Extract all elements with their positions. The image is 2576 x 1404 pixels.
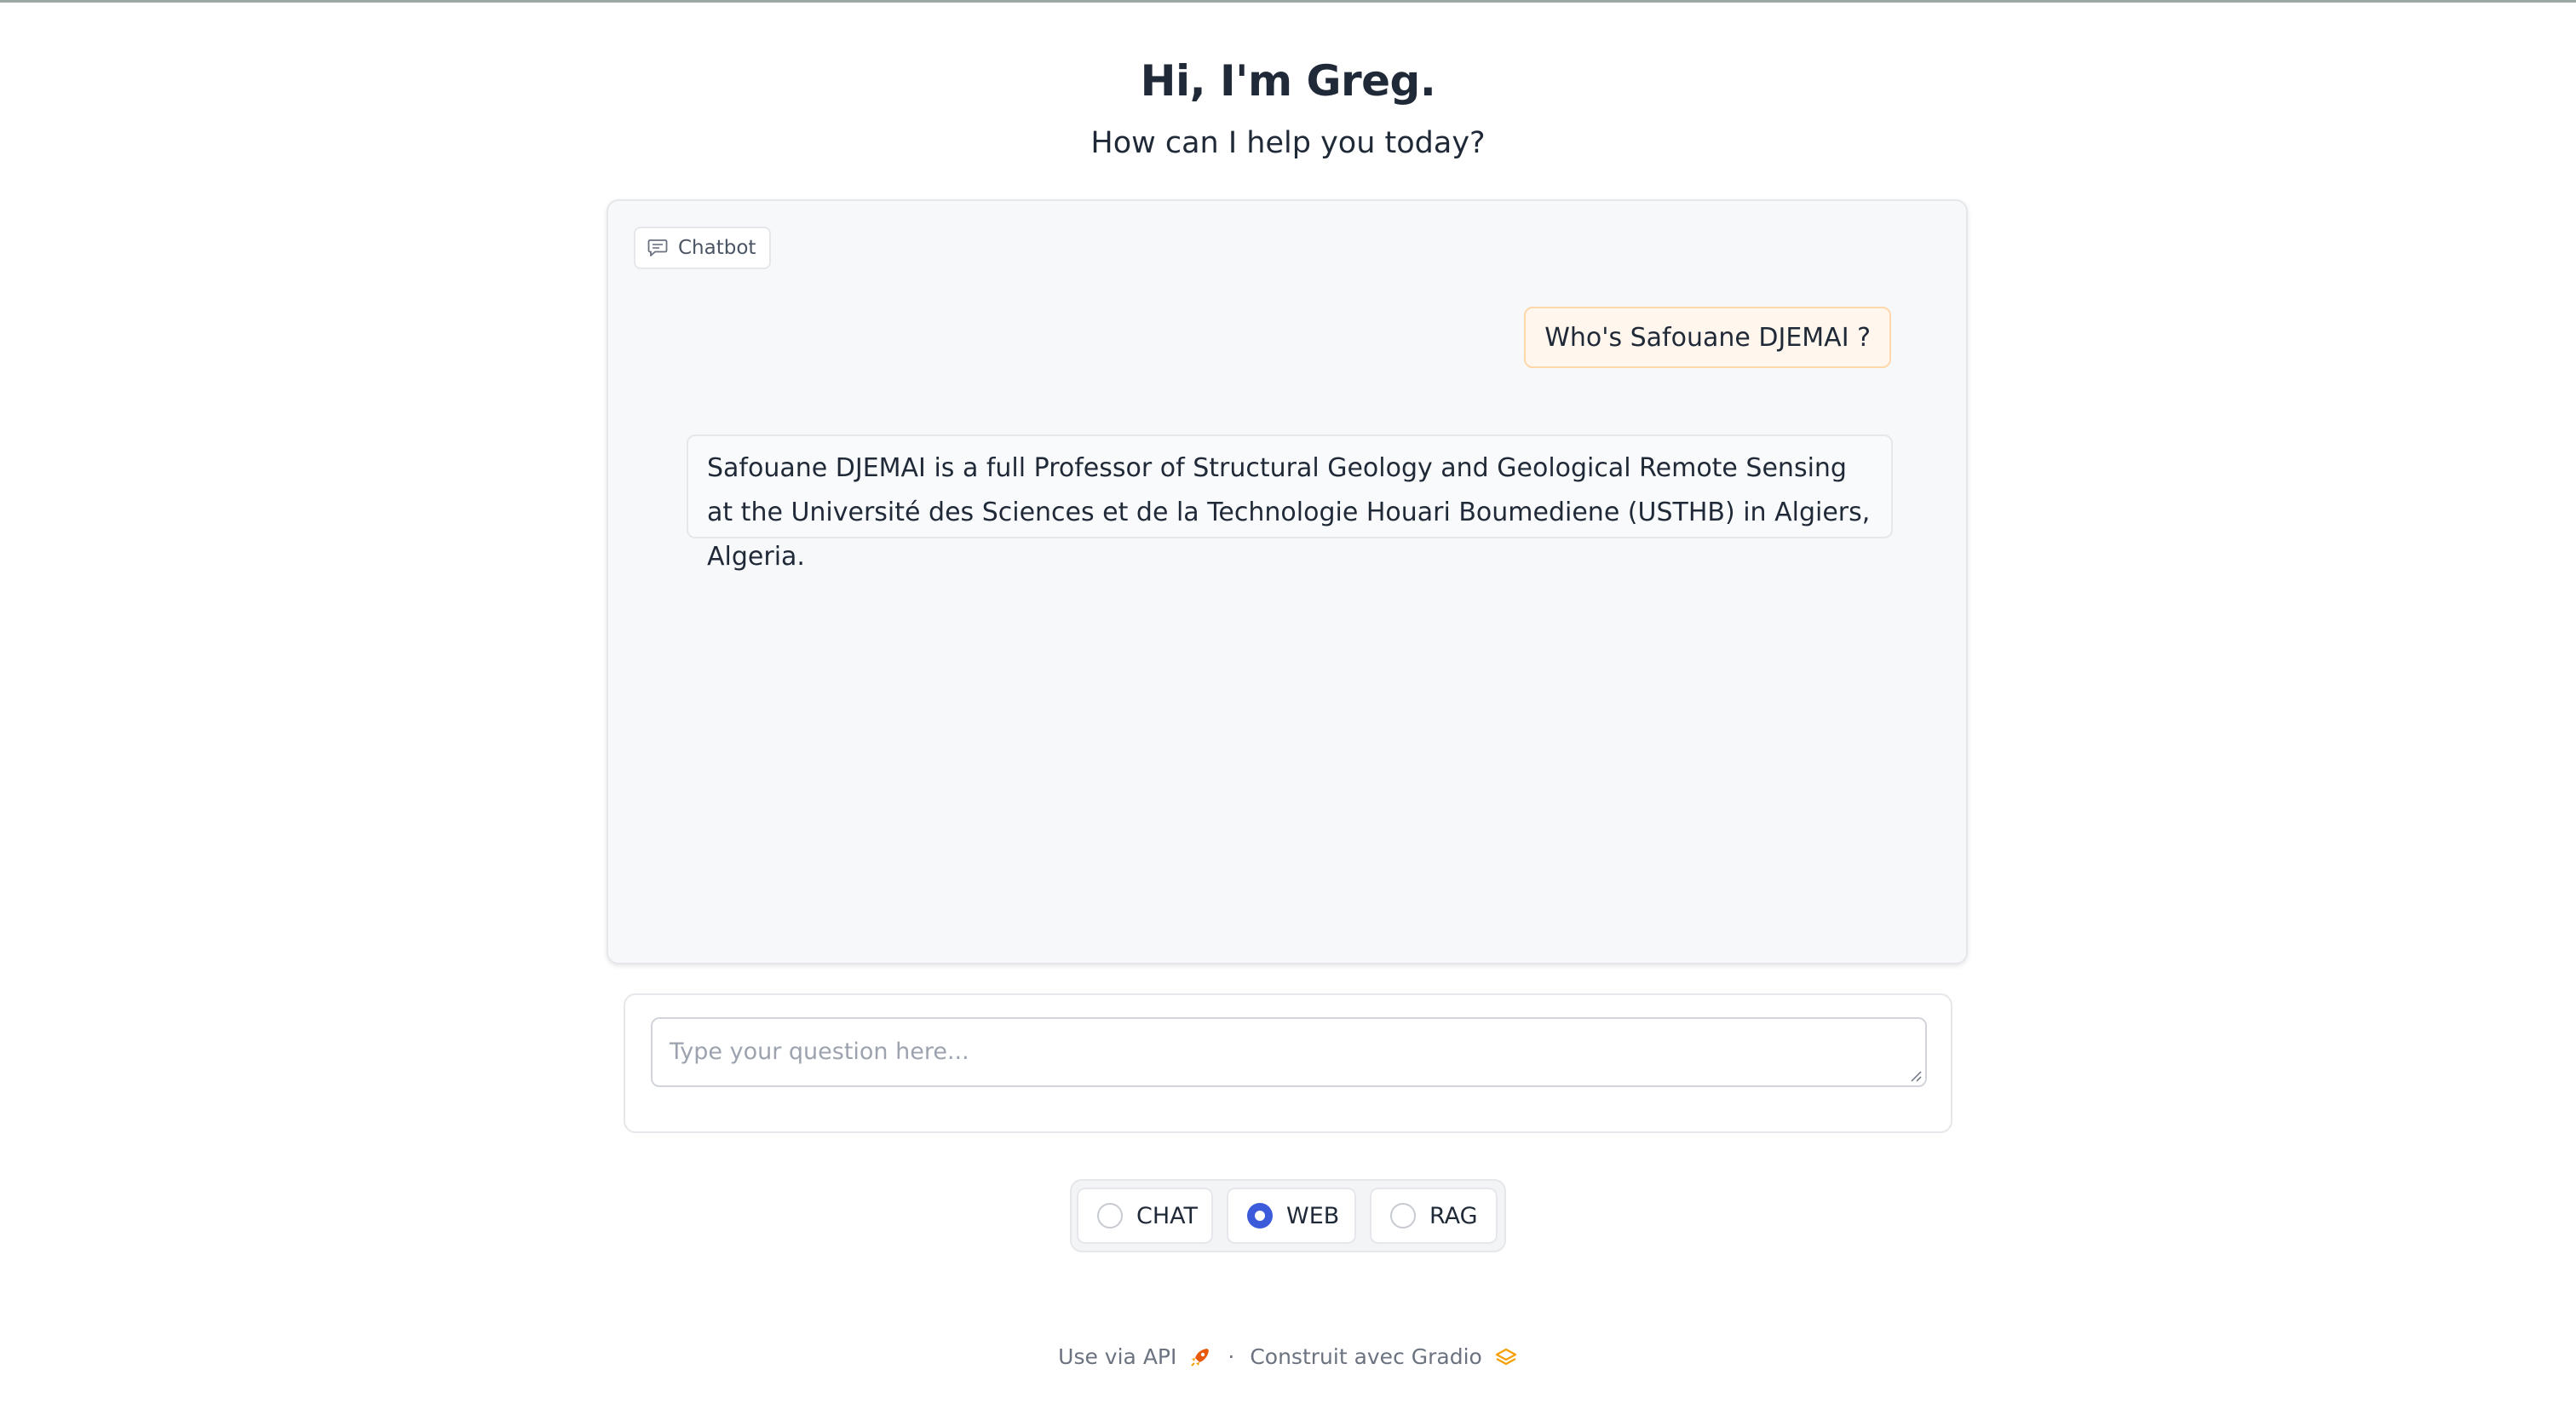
mode-radio-group: CHAT WEB RAG	[1070, 1179, 1506, 1252]
user-message: Who's Safouane DJEMAI ?	[1524, 307, 1891, 368]
use-via-api-label: Use via API	[1058, 1344, 1177, 1369]
rocket-icon	[1191, 1348, 1210, 1367]
footer-separator: ·	[1228, 1344, 1235, 1369]
resize-handle-icon[interactable]	[1908, 1068, 1922, 1082]
question-input[interactable]	[651, 1017, 1927, 1087]
built-with-gradio-label: Construit avec Gradio	[1250, 1344, 1482, 1369]
chat-bubble-icon	[647, 239, 668, 256]
top-border	[0, 0, 2576, 3]
page: Hi, I'm Greg. How can I help you today? …	[0, 0, 2576, 1404]
page-title: Hi, I'm Greg.	[1140, 56, 1436, 106]
mode-label-web: WEB	[1286, 1202, 1340, 1229]
page-subtitle: How can I help you today?	[1090, 126, 1486, 160]
mode-label-chat: CHAT	[1136, 1202, 1199, 1229]
mode-option-chat[interactable]: CHAT	[1077, 1188, 1213, 1244]
chatbot-label-text: Chatbot	[678, 237, 756, 259]
radio-web[interactable]	[1247, 1203, 1273, 1228]
gradio-logo-icon	[1495, 1348, 1516, 1365]
chatbot-label: Chatbot	[634, 227, 772, 269]
chatbot-panel[interactable]: Chatbot Who's Safouane DJEMAI ? Safouane…	[607, 199, 1968, 964]
mode-option-web[interactable]: WEB	[1227, 1188, 1356, 1244]
radio-chat[interactable]	[1097, 1203, 1123, 1228]
use-via-api-link[interactable]: Use via API	[1058, 1344, 1212, 1369]
built-with-gradio-link[interactable]: Construit avec Gradio	[1250, 1344, 1518, 1369]
assistant-message: Safouane DJEMAI is a full Professor of S…	[687, 434, 1893, 572]
radio-rag[interactable]	[1390, 1203, 1416, 1228]
mode-option-rag[interactable]: RAG	[1370, 1188, 1498, 1244]
mode-label-rag: RAG	[1429, 1202, 1478, 1229]
input-panel	[624, 993, 1952, 1133]
footer: Use via API · Construit avec Gradio	[0, 1344, 2576, 1369]
